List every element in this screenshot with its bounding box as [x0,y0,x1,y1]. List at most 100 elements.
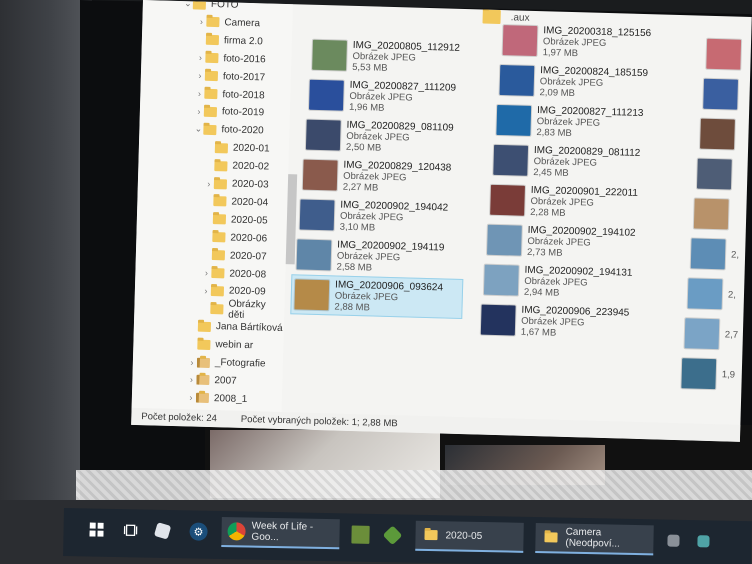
nav-item[interactable]: Obrázky děti [200,298,284,321]
taskbar-app-block[interactable] [379,520,406,550]
nav-item[interactable]: › 2020-08 [201,264,266,283]
task-view-button[interactable] [115,515,146,546]
nav-item-label: 2020-07 [229,250,267,263]
chevron-right-icon[interactable]: › [201,268,211,278]
nav-item[interactable]: › foto-2019 [194,103,265,122]
nav-item[interactable]: ⌄ FOTO [183,0,239,14]
nav-item-label: 2020-04 [231,196,269,209]
nav-item[interactable]: › 2008_1 [186,389,248,408]
folder-icon [203,106,218,117]
nav-item[interactable]: › foto-2017 [195,67,266,86]
chevron-right-icon[interactable]: › [186,375,196,385]
file-tile[interactable]: IMG_20200902_194131 Obrázek JPEG 2,94 MB [481,260,654,305]
nav-item-label: 2020-01 [232,142,270,155]
taskbar-folder-window[interactable]: 2020-05 [415,520,524,553]
file-tile-partial[interactable]: 2, [688,233,752,278]
file-tile[interactable]: IMG_20200805_112912 Obrázek JPEG 5,53 MB [309,35,482,80]
chevron-down-icon[interactable]: ⌄ [183,0,193,9]
chevron-right-icon[interactable]: › [204,178,214,188]
file-tile[interactable]: IMG_20200902_194042 Obrázek JPEG 3,10 MB [297,194,470,239]
nav-item[interactable]: › foto-2018 [194,85,265,104]
file-tile[interactable]: IMG_20200318_125156 Obrázek JPEG 1,97 MB [499,20,672,65]
file-tile-partial[interactable] [703,34,752,79]
image-thumbnail [294,279,330,311]
zip-folder-icon [196,357,211,368]
nav-item[interactable]: 2020-07 [202,246,267,265]
nav-item[interactable]: 2020-05 [203,211,268,230]
nav-item[interactable]: webin ar [187,335,253,354]
selection-info: Počet vybraných položek: 1; 2,88 MB [240,413,398,430]
file-tile-partial[interactable]: 2, [684,273,751,318]
file-tile[interactable]: IMG_20200902_194102 Obrázek JPEG 2,73 MB [484,220,657,265]
file-tile[interactable]: IMG_20200824_185159 Obrázek JPEG 2,09 MB [496,60,669,105]
file-tile[interactable]: IMG_20200829_081109 Obrázek JPEG 2,50 MB [303,115,476,160]
file-tile[interactable]: IMG_20200906_223945 Obrázek JPEG 1,67 MB [478,299,651,344]
file-size: 1,67 MB [520,326,557,339]
folder-icon [482,9,501,24]
nav-item[interactable]: › foto-2016 [195,49,266,68]
file-tile-partial[interactable] [697,114,752,159]
nav-item[interactable]: › 2020-03 [204,175,269,194]
folder-icon [206,17,220,28]
file-tile-partial[interactable] [700,74,752,119]
chevron-right-icon[interactable]: › [195,53,205,63]
file-tile[interactable]: IMG_20200906_093624 Obrázek JPEG 2,88 MB [290,274,464,320]
taskbar-app-roblox[interactable] [149,516,176,546]
item-count: Počet položek: 24 [141,411,218,425]
file-tile[interactable]: IMG_20200829_081112 Obrázek JPEG 2,45 MB [490,140,663,185]
taskbar-camera-window[interactable]: Camera (Neodpoví... [535,523,654,556]
chevron-right-icon[interactable]: › [186,393,196,403]
folder-icon [213,178,228,189]
file-size: 2,28 MB [530,206,566,219]
nav-item[interactable]: › Camera [196,13,260,32]
taskbar-app-steam[interactable]: ⚙ [183,516,214,547]
folder-icon [214,160,228,172]
image-thumbnail [487,224,522,256]
nav-item-label: foto-2019 [221,106,265,119]
image-thumbnail [309,79,344,111]
nav-item[interactable]: › 2007 [186,371,237,389]
taskbar-app-minecraft[interactable] [345,519,376,550]
nav-item[interactable]: 2020-01 [205,139,270,158]
chevron-down-icon[interactable]: ⌄ [193,124,203,135]
file-tile-partial[interactable]: 1,9 [678,353,752,398]
taskbar-camera-label: Camera (Neodpoví... [565,526,620,550]
chevron-right-icon[interactable]: › [194,106,204,116]
nav-item[interactable]: 2020-04 [203,193,268,212]
file-tile[interactable]: IMG_20200902_194119 Obrázek JPEG 2,58 MB [293,234,466,279]
file-size: 1,96 MB [348,101,385,114]
nav-item-label: 2020-08 [229,268,267,281]
image-thumbnail [502,25,538,57]
nav-item-label: Camera [224,17,261,30]
chevron-right-icon[interactable]: › [196,17,206,27]
file-size: 5,53 MB [352,61,388,74]
taskbar-app-extra-2[interactable] [691,526,716,556]
nav-item[interactable]: ⌄ foto-2020 [193,121,264,140]
nav-item[interactable]: Jana Bártíková [188,318,283,338]
image-thumbnail [693,198,729,230]
chevron-right-icon[interactable]: › [201,286,211,296]
nav-item[interactable]: 2020-02 [204,157,269,176]
chevron-right-icon[interactable]: › [195,71,205,81]
file-tile[interactable]: IMG_20200901_222011 Obrázek JPEG 2,28 MB [487,180,660,225]
nav-item[interactable]: › _Fotografie [187,353,266,372]
chevron-right-icon[interactable]: › [194,88,204,99]
file-tile-partial[interactable] [694,153,752,198]
file-tile[interactable]: IMG_20200829_120438 Obrázek JPEG 2,27 MB [300,154,473,199]
chevron-right-icon[interactable]: › [187,357,197,367]
taskbar-app-extra[interactable] [661,525,686,555]
file-size: 3,10 MB [339,221,376,234]
folder-icon [213,196,227,207]
file-tile-partial[interactable] [691,193,752,238]
nav-item[interactable]: 2020-06 [202,228,267,247]
file-size: 1,9 [721,368,736,381]
file-tile-partial[interactable]: 2,7 [681,313,751,358]
nav-item[interactable]: firma 2.0 [196,31,263,50]
file-tile[interactable]: IMG_20200827_111209 Obrázek JPEG 1,96 MB [306,75,479,120]
file-tile[interactable]: IMG_20200827_111213 Obrázek JPEG 2,83 MB [493,100,666,145]
taskbar-folder-label: 2020-05 [445,529,483,542]
folder-icon [210,303,224,315]
start-button[interactable] [81,514,112,545]
nav-item-label: foto-2017 [222,70,266,84]
taskbar-chrome-window[interactable]: Week of Life - Goo... [221,517,340,550]
